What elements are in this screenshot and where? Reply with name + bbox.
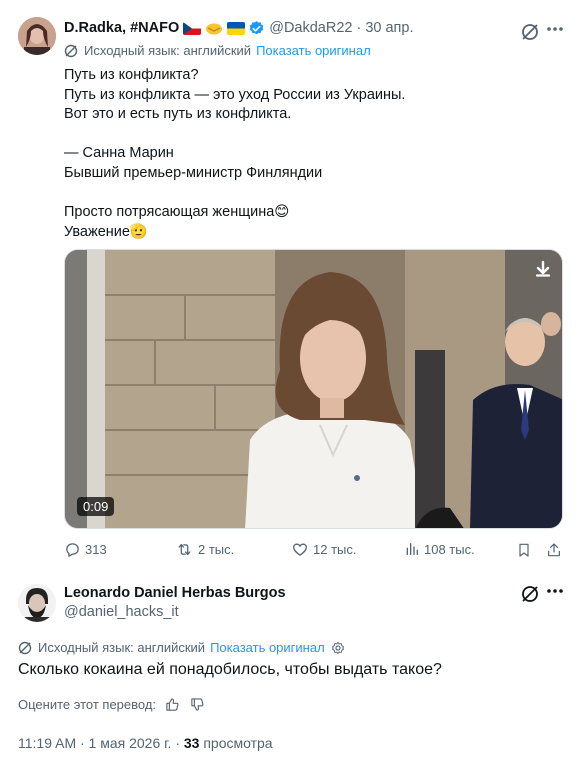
reply-count: 313 (85, 542, 107, 557)
rate-translation-row: Оцените этот перевод: (18, 697, 205, 712)
reply-translate-icon (18, 641, 32, 655)
translated-language-label: Исходный язык: английский (84, 43, 252, 58)
translation-notice: Исходный язык: английский Показать ориги… (64, 43, 371, 58)
show-original-link[interactable]: Показать оригинал (256, 43, 371, 58)
thumbs-down-icon[interactable] (190, 697, 205, 712)
like-count: 12 тыс. (313, 542, 357, 557)
reply-author-handle[interactable]: @daniel_hacks_it (64, 604, 179, 620)
reply-grok-icon[interactable] (520, 584, 540, 604)
grok-icon[interactable] (520, 22, 540, 42)
views-count: 108 тыс. (424, 541, 475, 557)
tweet-actions: 313 2 тыс. 12 тыс. 108 тыс. (64, 541, 564, 561)
author-handle[interactable]: @DakdaR22 (269, 20, 352, 36)
share-icon (548, 543, 560, 557)
reply-button[interactable]: 313 (64, 541, 107, 558)
share-button[interactable] (546, 541, 562, 559)
verified-badge-icon[interactable] (248, 20, 265, 37)
video-frame-thumbnail (65, 250, 562, 528)
tweet-date[interactable]: 30 апр. (365, 20, 413, 36)
tweet-header: D.Radka, #NAFO @DakdaR22 · 30 апр. (64, 18, 413, 38)
handshake-emoji-icon (205, 22, 223, 35)
reply-translation-notice: Исходный язык: английский Показать ориги… (18, 640, 345, 655)
reply-views-label: просмотра (203, 735, 273, 751)
reply-author-avatar[interactable] (18, 584, 56, 622)
repost-count: 2 тыс. (198, 542, 235, 557)
reply-text: Сколько кокаина ей понадобилось, чтобы в… (18, 661, 442, 678)
more-options-icon[interactable] (546, 26, 564, 32)
views-button[interactable]: 108 тыс. (404, 541, 475, 557)
tweet-text: Путь из конфликта? Путь из конфликта — э… (64, 67, 406, 240)
repost-button[interactable]: 2 тыс. (175, 541, 234, 558)
reply-timestamp[interactable]: 11:19 AM · 1 мая 2026 г. · (18, 735, 180, 751)
ukraine-flag-icon (227, 21, 246, 35)
rate-translation-label: Оцените этот перевод: (18, 697, 157, 712)
thumbs-up-icon[interactable] (165, 697, 180, 712)
like-button[interactable]: 12 тыс. (291, 541, 356, 558)
author-avatar[interactable] (18, 17, 56, 55)
bookmark-button[interactable] (516, 541, 532, 559)
heart-icon (292, 543, 308, 556)
reply-translated-language-label: Исходный язык: английский (38, 640, 206, 655)
repost-icon (178, 543, 191, 556)
author-name[interactable]: D.Radka, #NAFO (64, 20, 179, 36)
settings-gear-icon[interactable] (331, 641, 345, 655)
translate-icon (64, 44, 78, 58)
czech-flag-icon (183, 21, 202, 35)
reply-more-options-icon[interactable] (546, 588, 564, 594)
views-chart-icon (406, 543, 418, 555)
reply-author-name[interactable]: Leonardo Daniel Herbas Burgos (64, 585, 286, 601)
video-player[interactable]: 0:09 (64, 249, 563, 529)
date-separator: · (356, 20, 362, 36)
video-duration: 0:09 (77, 497, 115, 516)
bookmark-icon (519, 543, 529, 557)
reply-meta: 11:19 AM · 1 мая 2026 г. · 33 просмотра (18, 735, 273, 751)
reply-show-original-link[interactable]: Показать оригинал (210, 640, 325, 655)
reply-icon (66, 543, 79, 557)
download-icon[interactable] (534, 260, 552, 278)
reply-views-count: 33 (183, 735, 200, 751)
